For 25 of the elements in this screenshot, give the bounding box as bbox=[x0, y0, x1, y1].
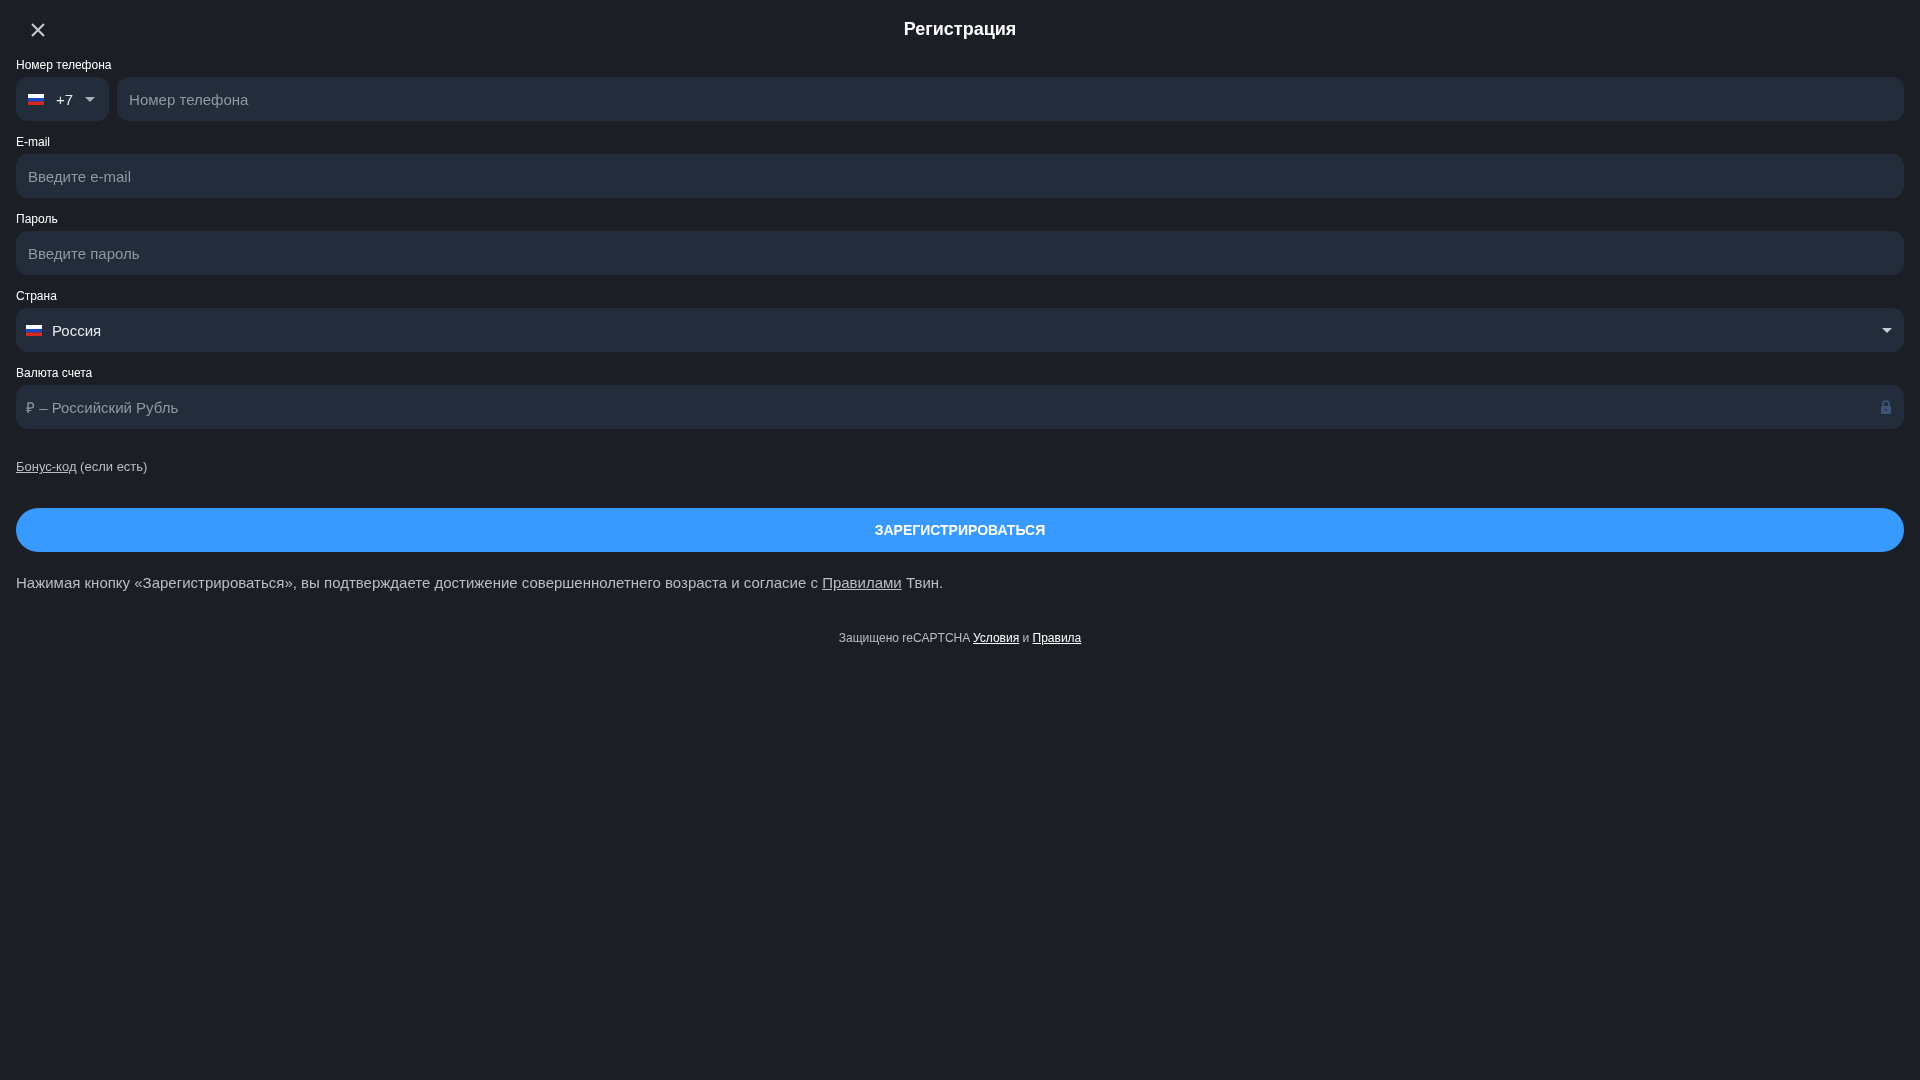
flag-icon bbox=[26, 324, 42, 336]
dialog-title: Регистрация bbox=[903, 18, 1017, 40]
country-dropdown[interactable]: Россия bbox=[16, 308, 1904, 352]
field-label: Номер телефона bbox=[16, 58, 113, 72]
field-label: Страна bbox=[16, 289, 58, 303]
phone-input-field[interactable]: Номер телефона bbox=[117, 77, 1904, 121]
lock-icon bbox=[1880, 400, 1892, 414]
bonus-code-text: Бонус-код (если есть) bbox=[16, 459, 149, 474]
terms-link[interactable]: Условия bbox=[972, 631, 1020, 645]
bonus-code-link[interactable]: Бонус-код bbox=[16, 459, 77, 474]
email-input-field[interactable]: Введите e-mail bbox=[16, 154, 1904, 198]
close-icon[interactable] bbox=[30, 22, 46, 38]
field-label: E-mail bbox=[16, 135, 51, 149]
caret-icon bbox=[1882, 327, 1892, 333]
rules-link[interactable]: Правилами bbox=[822, 574, 902, 591]
disclaimer-text: Нажимая кнопку «Зарегистрироваться», вы подтверждаете достижение совершеннолетнего возраста и согласие с Правилами Твин. bbox=[16, 574, 945, 591]
field-label: Валюта счета bbox=[16, 366, 94, 380]
privacy-link[interactable]: Правила bbox=[1032, 631, 1082, 645]
flag-icon bbox=[28, 93, 44, 105]
field-label: Пароль bbox=[16, 212, 59, 226]
password-input-field[interactable]: Введите пароль bbox=[16, 231, 1904, 275]
recaptcha-text: Защищено reCAPTCHA Условия и Правила bbox=[837, 631, 1083, 645]
caret-icon bbox=[85, 96, 96, 102]
currency-field: ₽ – Российский Рубль bbox=[16, 385, 1904, 429]
country-code-dropdown[interactable]: +7 bbox=[16, 77, 110, 121]
